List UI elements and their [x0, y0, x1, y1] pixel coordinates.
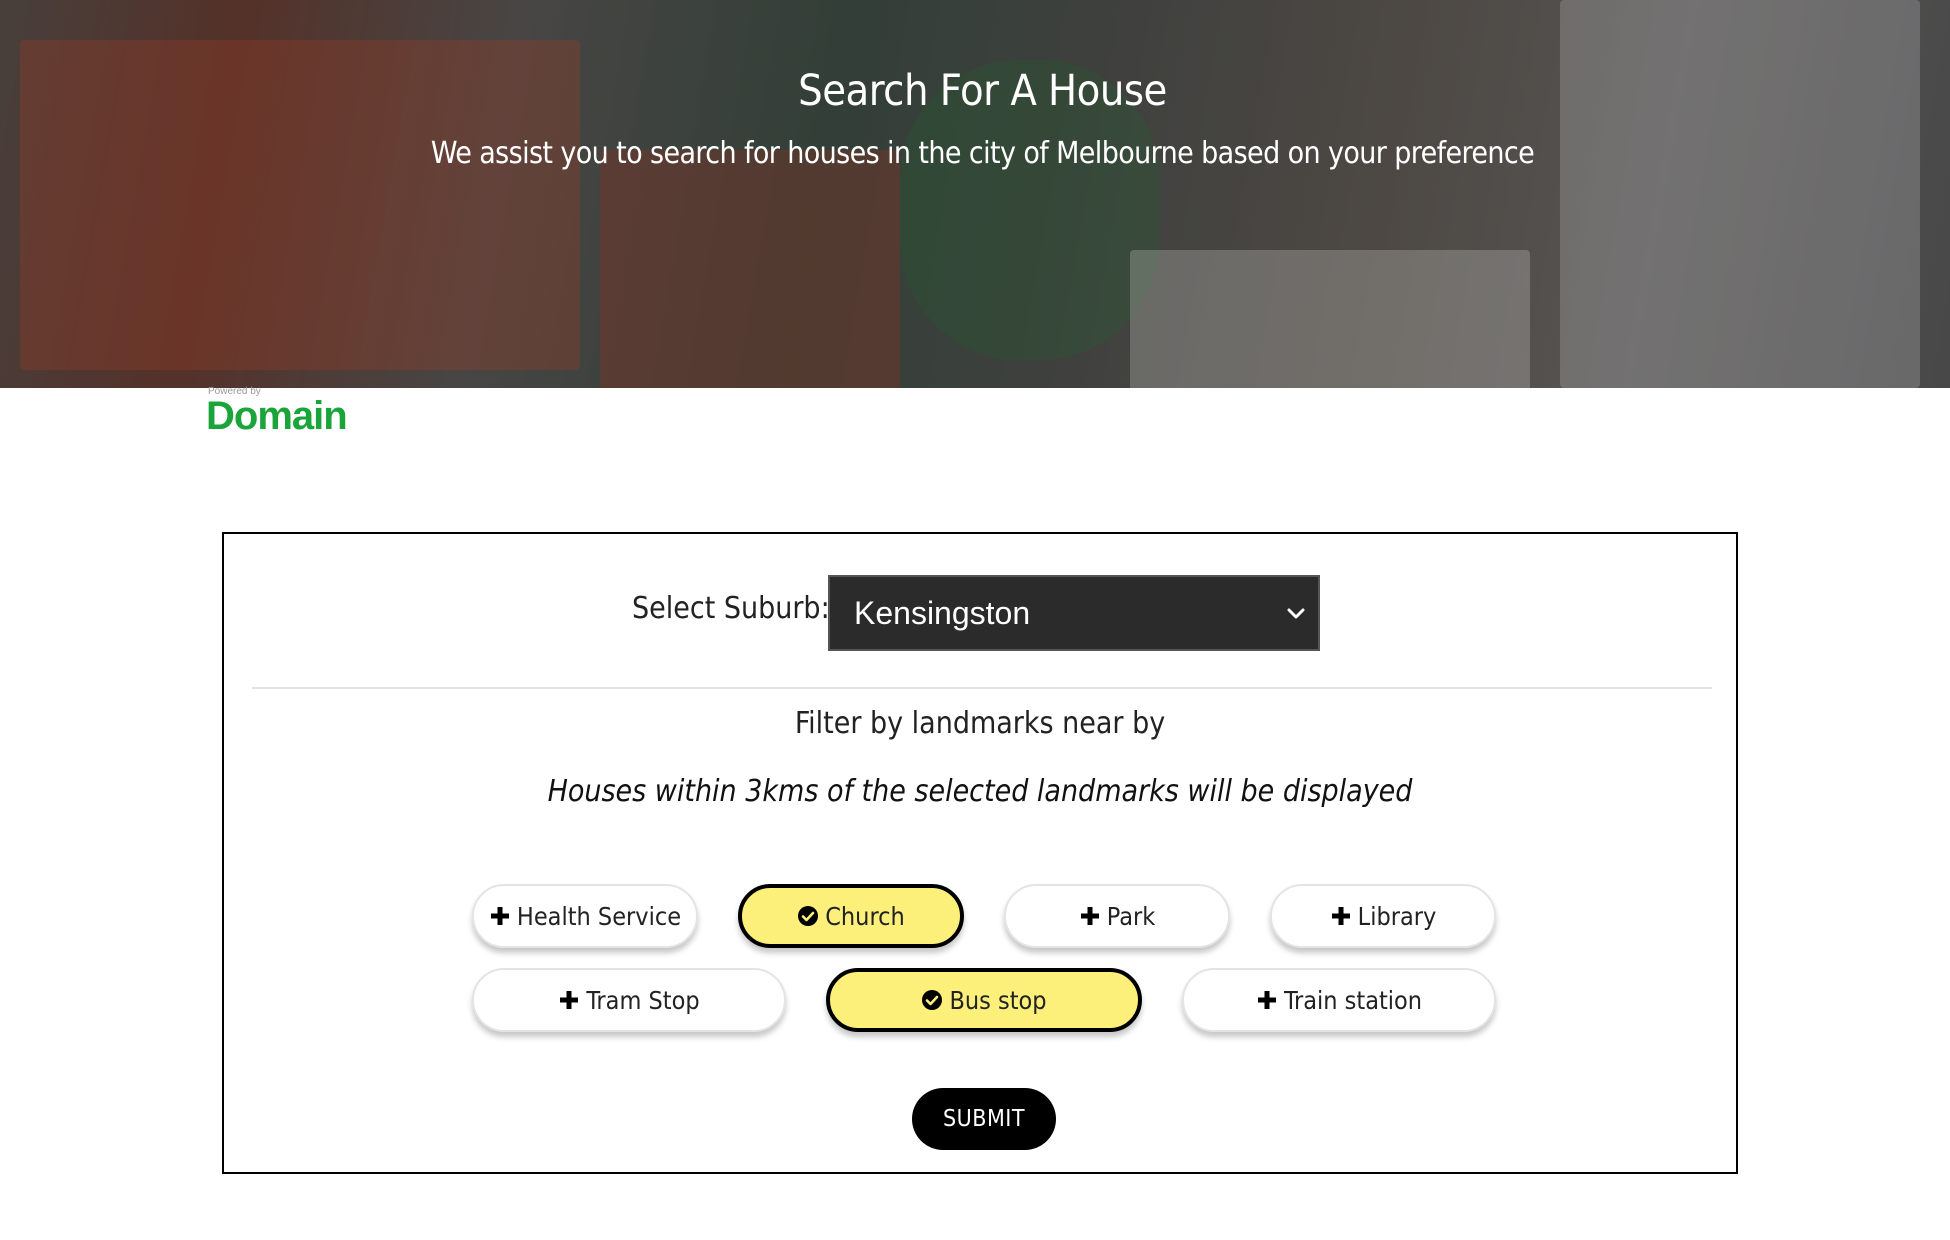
- check-circle-icon: [922, 990, 943, 1010]
- filter-note: Houses within 3kms of the selected landm…: [547, 774, 1413, 809]
- plus-icon: [1257, 991, 1276, 1009]
- suburb-label: Select Suburb:: [632, 591, 830, 626]
- landmark-label: Park: [1106, 901, 1156, 931]
- landmark-bus-stop[interactable]: Bus stop: [826, 968, 1142, 1032]
- page-title: Search For A House: [798, 66, 1167, 116]
- page-subtitle: We assist you to search for houses in th…: [430, 136, 1535, 171]
- divider: [252, 687, 1712, 689]
- plus-icon: [1080, 907, 1099, 925]
- plus-icon: [490, 907, 509, 925]
- domain-logo[interactable]: Powered by Domain: [206, 386, 348, 438]
- landmark-health-service[interactable]: Health Service: [472, 884, 698, 948]
- landmark-train-station[interactable]: Train station: [1182, 968, 1496, 1032]
- landmark-tram-stop[interactable]: Tram Stop: [472, 968, 786, 1032]
- plus-icon: [1331, 907, 1350, 925]
- hero-banner: Search For A House We assist you to sear…: [0, 0, 1950, 388]
- suburb-selected-value: Kensingston: [854, 594, 1031, 631]
- check-circle-icon: [798, 906, 819, 926]
- hero-bus: [1130, 250, 1530, 388]
- suburb-row: Select Suburb: Kensingston: [224, 575, 1736, 651]
- hero-building-right: [1560, 0, 1920, 388]
- landmark-library[interactable]: Library: [1270, 884, 1496, 948]
- landmark-label: Health Service: [516, 901, 682, 931]
- landmark-label: Tram Stop: [586, 985, 700, 1015]
- chevron-down-icon: [1287, 608, 1305, 619]
- domain-logo-text: Domain: [206, 394, 348, 438]
- landmark-label: Train station: [1283, 985, 1423, 1015]
- landmark-label: Bus stop: [949, 985, 1047, 1015]
- search-form: Select Suburb: Kensingston Filter by lan…: [222, 532, 1738, 1174]
- landmark-label: Church: [825, 901, 905, 931]
- filter-title: Filter by landmarks near by: [794, 706, 1166, 741]
- landmark-label: Library: [1357, 901, 1437, 931]
- landmark-church[interactable]: Church: [738, 884, 964, 948]
- plus-icon: [560, 991, 579, 1009]
- submit-button[interactable]: SUBMIT: [912, 1088, 1056, 1150]
- hero-tram: [600, 150, 900, 388]
- landmark-park[interactable]: Park: [1004, 884, 1230, 948]
- suburb-select[interactable]: Kensingston: [828, 575, 1320, 651]
